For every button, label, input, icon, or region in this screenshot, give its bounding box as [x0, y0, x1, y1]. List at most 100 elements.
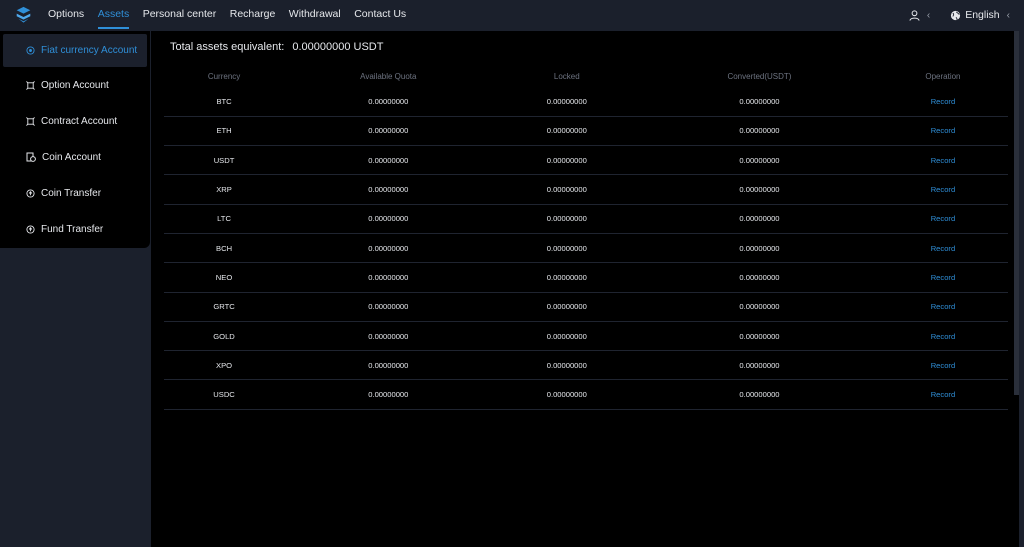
- user-menu-button[interactable]: ‹: [909, 10, 930, 21]
- sidebar-item-label: Contract Account: [41, 115, 118, 127]
- option-account-icon: [26, 80, 35, 90]
- cell-available-quota: 0.00000000: [284, 116, 493, 147]
- language-selector[interactable]: English ‹: [950, 9, 1010, 21]
- sidebar-item-label: Coin Account: [42, 151, 101, 163]
- table-row: BCH 0.00000000 0.00000000 0.00000000 Record: [164, 233, 1008, 264]
- cell-locked: 0.00000000: [492, 233, 642, 264]
- total-assets: Total assets equivalent: 0.00000000 USDT: [170, 41, 383, 53]
- sidebar-item-coin-account[interactable]: Coin Account: [0, 139, 150, 175]
- cell-converted: 0.00000000: [641, 321, 878, 352]
- top-right-controls: ‹ English ‹: [909, 0, 1010, 30]
- cell-converted: 0.00000000: [641, 233, 878, 264]
- user-icon: [909, 9, 920, 21]
- cell-currency: USDC: [164, 379, 285, 410]
- record-link[interactable]: Record: [877, 379, 1008, 410]
- table-row: NEO 0.00000000 0.00000000 0.00000000 Record: [164, 262, 1008, 293]
- assets-table: Currency Available Quota Locked Converte…: [164, 65, 1008, 410]
- cell-available-quota: 0.00000000: [284, 233, 493, 264]
- sidebar-item-fund-transfer[interactable]: Fund Transfer: [0, 211, 150, 247]
- record-link[interactable]: Record: [877, 116, 1008, 147]
- cell-available-quota: 0.00000000: [284, 321, 493, 352]
- record-link[interactable]: Record: [877, 145, 1008, 176]
- cell-available-quota: 0.00000000: [284, 145, 493, 176]
- record-link[interactable]: Record: [877, 233, 1008, 264]
- coin-transfer-icon: [26, 188, 35, 198]
- sidebar-item-label: Fund Transfer: [41, 223, 104, 235]
- column-header-locked: Locked: [553, 71, 580, 81]
- chevron-left-icon: ‹: [1006, 9, 1010, 21]
- table-header-row: Currency Available Quota Locked Converte…: [164, 65, 1008, 87]
- sidebar-item-label: Coin Transfer: [41, 187, 102, 199]
- chevron-left-icon: ‹: [926, 9, 931, 21]
- account-sidebar: Fiat currency Account Option Account Con…: [0, 31, 150, 248]
- cell-available-quota: 0.00000000: [284, 379, 493, 410]
- total-assets-value: 0.00000000 USDT: [292, 41, 384, 53]
- table-row: XPO 0.00000000 0.00000000 0.00000000 Record: [164, 350, 1008, 381]
- sidebar-item-option-account[interactable]: Option Account: [0, 67, 150, 103]
- cell-currency: GOLD: [164, 321, 285, 352]
- cell-locked: 0.00000000: [492, 350, 642, 381]
- total-assets-label: Total assets equivalent:: [170, 41, 285, 53]
- cell-currency: XRP: [164, 174, 285, 205]
- cell-locked: 0.00000000: [492, 379, 642, 410]
- top-navigation-bar: Options Assets Personal center Recharge …: [0, 0, 1024, 30]
- record-link[interactable]: Record: [877, 174, 1008, 205]
- cell-currency: BCH: [164, 233, 285, 264]
- sidebar-item-label: Option Account: [41, 79, 109, 91]
- table-row: LTC 0.00000000 0.00000000 0.00000000 Record: [164, 204, 1008, 234]
- column-header-available-quota: Available Quota: [360, 71, 417, 81]
- fund-transfer-icon: [26, 224, 35, 234]
- logo-icon[interactable]: [15, 6, 32, 23]
- column-header-operation: Operation: [925, 71, 961, 81]
- cell-available-quota: 0.00000000: [284, 204, 493, 234]
- cell-converted: 0.00000000: [641, 292, 878, 322]
- cell-locked: 0.00000000: [492, 204, 642, 234]
- record-link[interactable]: Record: [877, 87, 1008, 117]
- sidebar-item-label: Fiat currency Account: [41, 45, 138, 56]
- cell-converted: 0.00000000: [641, 174, 878, 205]
- cell-available-quota: 0.00000000: [284, 87, 493, 117]
- table-row: ETH 0.00000000 0.00000000 0.00000000 Record: [164, 116, 1008, 147]
- column-header-currency: Currency: [207, 71, 241, 81]
- sidebar-item-contract-account[interactable]: Contract Account: [0, 103, 150, 139]
- cell-converted: 0.00000000: [641, 379, 878, 410]
- record-link[interactable]: Record: [877, 204, 1008, 234]
- scrollbar[interactable]: [1014, 31, 1019, 395]
- nav-item-recharge[interactable]: Recharge: [230, 0, 276, 30]
- cell-converted: 0.00000000: [641, 145, 878, 176]
- cell-locked: 0.00000000: [492, 145, 642, 176]
- nav-item-withdrawal[interactable]: Withdrawal: [289, 0, 341, 30]
- cell-locked: 0.00000000: [492, 87, 642, 117]
- table-row: XRP 0.00000000 0.00000000 0.00000000 Record: [164, 174, 1008, 205]
- language-label: English: [965, 9, 1000, 21]
- cell-converted: 0.00000000: [641, 116, 878, 147]
- table-row: BTC 0.00000000 0.00000000 0.00000000 Record: [164, 87, 1008, 117]
- nav-item-contact-us[interactable]: Contact Us: [354, 0, 406, 30]
- cell-converted: 0.00000000: [641, 350, 878, 381]
- sidebar-item-coin-transfer[interactable]: Coin Transfer: [0, 175, 150, 211]
- nav-item-options[interactable]: Options: [48, 0, 84, 30]
- globe-icon: [951, 10, 961, 20]
- cell-locked: 0.00000000: [492, 116, 642, 147]
- assets-panel: Total assets equivalent: 0.00000000 USDT …: [151, 31, 1019, 547]
- sidebar-item-fiat-currency-account[interactable]: Fiat currency Account: [3, 34, 147, 67]
- cell-currency: USDT: [164, 145, 285, 176]
- nav-item-assets[interactable]: Assets: [97, 0, 129, 30]
- cell-currency: NEO: [164, 262, 285, 293]
- cell-currency: ETH: [164, 116, 285, 147]
- cell-available-quota: 0.00000000: [284, 292, 493, 322]
- target-icon: [26, 46, 35, 55]
- cell-locked: 0.00000000: [492, 321, 642, 352]
- cell-locked: 0.00000000: [492, 174, 642, 205]
- cell-available-quota: 0.00000000: [284, 262, 493, 293]
- cell-locked: 0.00000000: [492, 262, 642, 293]
- table-row: GOLD 0.00000000 0.00000000 0.00000000 Record: [164, 321, 1008, 352]
- cell-available-quota: 0.00000000: [284, 174, 493, 205]
- cell-converted: 0.00000000: [641, 204, 878, 234]
- record-link[interactable]: Record: [877, 292, 1008, 322]
- record-link[interactable]: Record: [877, 262, 1008, 293]
- cell-locked: 0.00000000: [492, 292, 642, 322]
- nav-item-personal-center[interactable]: Personal center: [143, 0, 217, 30]
- record-link[interactable]: Record: [877, 350, 1008, 381]
- record-link[interactable]: Record: [877, 321, 1008, 352]
